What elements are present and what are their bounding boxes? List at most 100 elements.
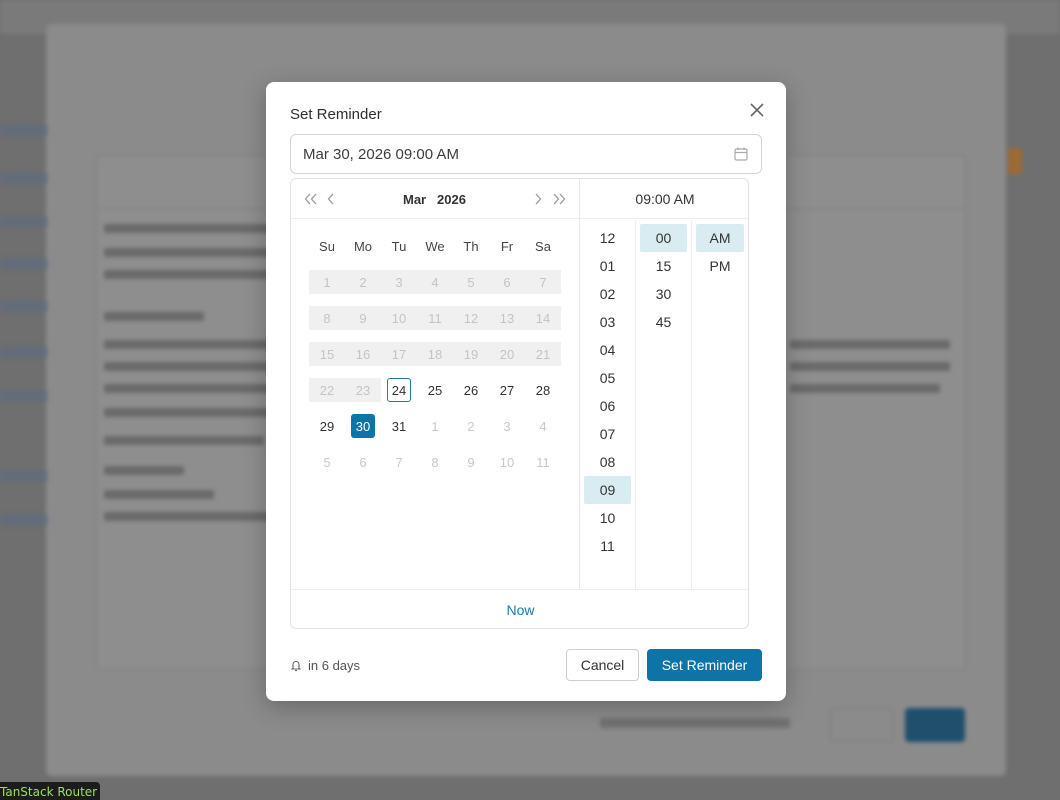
bg-text-line: [104, 270, 279, 279]
hour-option[interactable]: 06: [584, 392, 631, 420]
minute-option[interactable]: 15: [640, 252, 687, 280]
calendar-day[interactable]: 7: [381, 444, 417, 480]
day-number: 1: [431, 418, 439, 434]
next-month-button[interactable]: [528, 189, 548, 209]
selected-time-header: 09:00 AM: [580, 179, 748, 219]
next-year-button[interactable]: [549, 189, 569, 209]
calendar-day[interactable]: 5: [309, 444, 345, 480]
day-number: 1: [323, 274, 331, 290]
day-number: 21: [535, 346, 551, 362]
calendar-day: 3: [381, 264, 417, 300]
prev-month-button[interactable]: [321, 189, 341, 209]
hour-option[interactable]: 05: [584, 364, 631, 392]
calendar-day: 20: [489, 336, 525, 372]
calendar-day: 21: [525, 336, 561, 372]
minutes-column[interactable]: 00 15 30 45: [636, 221, 692, 589]
date-time-picker: Mar 2026 Su Mo Tu We Th Fr Sa 1 2 3 4 5 6 7 8 9 10 11 12 1…: [290, 178, 749, 629]
weekday-label: Su: [319, 239, 335, 254]
calendar-day[interactable]: 26: [453, 372, 489, 408]
day-number: 5: [467, 274, 475, 290]
calendar-day: 10: [381, 300, 417, 336]
day-number: 31: [391, 418, 407, 434]
bg-text-line: [104, 466, 184, 475]
bg-sidebar-link: [0, 300, 48, 312]
am-pm-column[interactable]: AM PM: [692, 221, 748, 589]
now-button[interactable]: Now: [506, 602, 534, 618]
calendar-day[interactable]: 6: [345, 444, 381, 480]
minute-option[interactable]: 30: [640, 280, 687, 308]
day-number: 9: [359, 310, 367, 326]
day-number: 7: [395, 454, 403, 470]
day-number: 27: [499, 382, 515, 398]
bg-text-line: [104, 312, 204, 321]
bg-sidebar-link: [0, 470, 48, 482]
calendar-day[interactable]: 25: [417, 372, 453, 408]
hour-option[interactable]: 01: [584, 252, 631, 280]
day-number: 20: [499, 346, 515, 362]
calendar-day[interactable]: 4: [525, 408, 561, 444]
bg-text-line: [104, 408, 274, 417]
hour-option[interactable]: 04: [584, 336, 631, 364]
hour-option[interactable]: 03: [584, 308, 631, 336]
hour-option[interactable]: 09: [584, 476, 631, 504]
hours-column[interactable]: 12 01 02 03 04 05 06 07 08 09 10 11: [580, 221, 636, 589]
bg-sidebar-link: [0, 390, 48, 402]
prev-year-button[interactable]: [301, 189, 321, 209]
calendar-pane: Mar 2026 Su Mo Tu We Th Fr Sa 1 2 3 4 5 6 7 8 9 10 11 12 1…: [291, 179, 580, 589]
cancel-button[interactable]: Cancel: [566, 649, 639, 681]
day-number: 18: [427, 346, 443, 362]
calendar-day: 15: [309, 336, 345, 372]
calendar-day: 11: [417, 300, 453, 336]
calendar-day[interactable]: 29: [309, 408, 345, 444]
bg-cancel-button: [830, 708, 894, 742]
day-number: 10: [391, 310, 407, 326]
calendar-day: 19: [453, 336, 489, 372]
hour-option[interactable]: 12: [584, 224, 631, 252]
hour-option[interactable]: 10: [584, 504, 631, 532]
day-number: 16: [355, 346, 371, 362]
day-number: 14: [535, 310, 551, 326]
day-number: 22: [319, 382, 335, 398]
hour-option[interactable]: 07: [584, 420, 631, 448]
calendar-day[interactable]: 28: [525, 372, 561, 408]
month-select[interactable]: Mar: [403, 192, 426, 207]
calendar-day[interactable]: 3: [489, 408, 525, 444]
date-time-input[interactable]: [303, 145, 723, 163]
calendar-day[interactable]: 31: [381, 408, 417, 444]
calendar-day[interactable]: 11: [525, 444, 561, 480]
bg-text-line: [790, 384, 940, 393]
close-button[interactable]: [746, 99, 768, 121]
period-option[interactable]: AM: [696, 224, 744, 252]
date-time-field[interactable]: [290, 134, 762, 174]
minute-option[interactable]: 45: [640, 308, 687, 336]
day-number: 17: [391, 346, 407, 362]
hour-option[interactable]: 02: [584, 280, 631, 308]
calendar-day[interactable]: 10: [489, 444, 525, 480]
year-select[interactable]: 2026: [437, 192, 466, 207]
day-number: 9: [467, 454, 475, 470]
bg-sidebar-link: [0, 514, 48, 526]
selected-day[interactable]: 30: [345, 408, 381, 444]
day-number: 26: [463, 382, 479, 398]
calendar-day[interactable]: 8: [417, 444, 453, 480]
hour-option[interactable]: 08: [584, 448, 631, 476]
set-reminder-dialog: Set Reminder Mar 30, 2026 09:00 AM Mar 2…: [266, 82, 786, 701]
calendar-day[interactable]: 27: [489, 372, 525, 408]
calendar-day[interactable]: 9: [453, 444, 489, 480]
calendar-icon[interactable]: [733, 146, 749, 162]
day-number: 12: [463, 310, 479, 326]
today-day[interactable]: 24: [381, 372, 417, 408]
period-option[interactable]: PM: [696, 252, 744, 280]
weekday-label: Sa: [535, 239, 551, 254]
minute-option[interactable]: 00: [640, 224, 687, 252]
calendar-day[interactable]: 2: [453, 408, 489, 444]
set-reminder-button[interactable]: Set Reminder: [647, 649, 762, 681]
hour-option[interactable]: 11: [584, 532, 631, 560]
day-number: 4: [539, 418, 547, 434]
day-number: 8: [431, 454, 439, 470]
calendar-day: 5: [453, 264, 489, 300]
day-number: 11: [536, 454, 550, 470]
router-devtools-badge[interactable]: TanStack Router: [0, 782, 100, 800]
calendar-day[interactable]: 1: [417, 408, 453, 444]
bg-text-line: [104, 384, 274, 393]
